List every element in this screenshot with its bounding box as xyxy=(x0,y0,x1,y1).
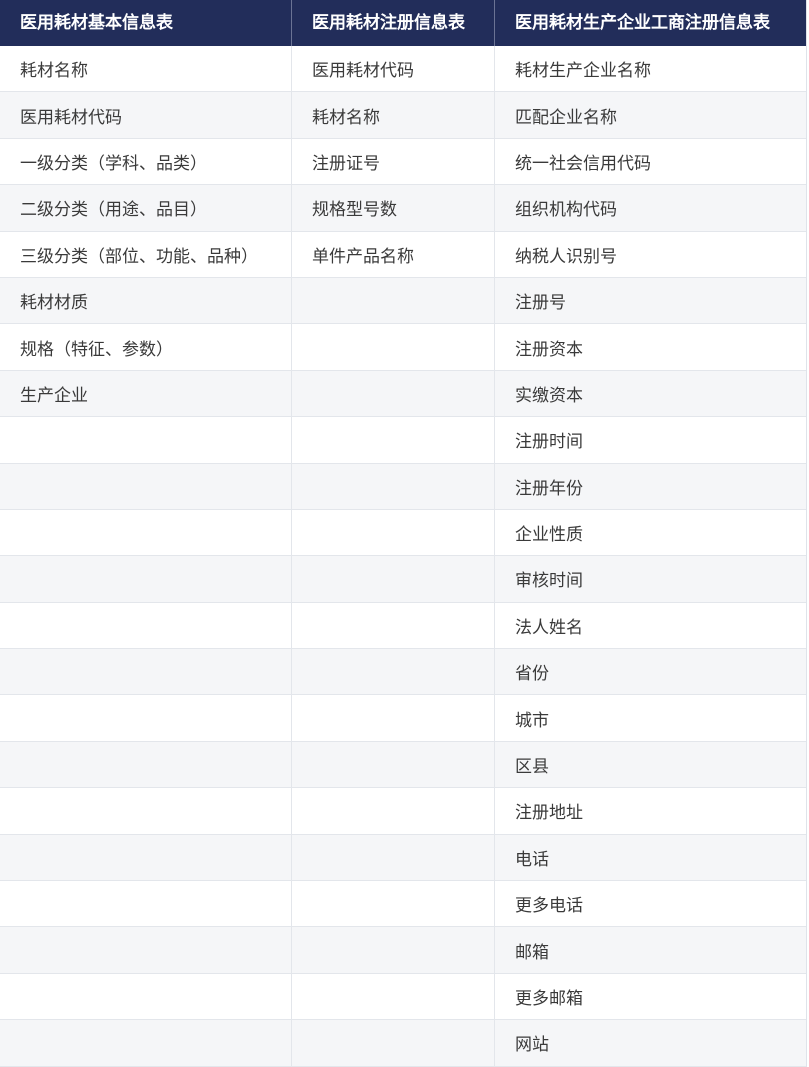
basic-info-cell: 耗材名称 xyxy=(0,46,292,92)
table-row: 审核时间 xyxy=(0,556,806,603)
registration-info-cell xyxy=(292,417,495,463)
registration-info-cell: 耗材名称 xyxy=(292,92,495,138)
table-row: 邮箱 xyxy=(0,927,806,974)
enterprise-info-cell: 邮箱 xyxy=(515,942,549,963)
table-row: 法人姓名 xyxy=(0,602,806,650)
table-row: 注册年份 xyxy=(0,463,806,510)
enterprise-info-cell: 注册地址 xyxy=(515,803,583,824)
table-row: 耗材名称 医用耗材代码 耗材生产企业名称 xyxy=(0,46,806,93)
registration-info-cell: 医用耗材代码 xyxy=(292,46,495,92)
registration-info-cell xyxy=(292,973,495,1020)
enterprise-info-cell: 组织机构代码 xyxy=(515,200,617,221)
basic-info-cell xyxy=(0,556,292,602)
enterprise-info-cell: 耗材生产企业名称 xyxy=(515,61,651,82)
table-row: 二级分类（用途、品目） 规格型号数 组织机构代码 xyxy=(0,185,806,232)
basic-info-cell xyxy=(0,1020,292,1066)
enterprise-info-cell: 区县 xyxy=(515,757,549,778)
registration-info-cell xyxy=(292,556,495,602)
enterprise-info-cell: 审核时间 xyxy=(515,571,583,592)
registration-info-cell xyxy=(292,695,495,741)
registration-info-cell: 规格型号数 xyxy=(292,185,495,231)
registration-info-cell xyxy=(292,649,495,695)
basic-info-cell xyxy=(0,741,292,788)
enterprise-info-cell: 省份 xyxy=(515,664,549,685)
basic-info-cell: 一级分类（学科、品类） xyxy=(0,138,292,185)
basic-info-cell xyxy=(0,881,292,927)
basic-info-cell xyxy=(0,463,292,509)
basic-info-cell xyxy=(0,417,292,463)
basic-info-cell xyxy=(0,927,292,973)
registration-info-cell xyxy=(292,324,495,370)
enterprise-info-cell: 纳税人识别号 xyxy=(515,246,617,267)
table-header: 医用耗材基本信息表 医用耗材注册信息表 医用耗材生产企业工商注册信息表 xyxy=(0,0,806,46)
enterprise-info-cell: 法人姓名 xyxy=(515,617,583,638)
enterprise-info-cell: 城市 xyxy=(515,710,549,731)
registration-info-cell xyxy=(292,881,495,927)
registration-info-cell xyxy=(292,509,495,556)
basic-info-cell: 规格（特征、参数） xyxy=(0,324,292,370)
table-row: 省份 xyxy=(0,649,806,696)
registration-info-cell xyxy=(292,741,495,788)
basic-info-cell: 耗材材质 xyxy=(0,277,292,324)
registration-info-cell xyxy=(292,927,495,973)
table-row: 城市 xyxy=(0,695,806,742)
enterprise-info-cell: 实缴资本 xyxy=(515,385,583,406)
header-basic-info: 医用耗材基本信息表 xyxy=(0,0,292,46)
info-table: 医用耗材基本信息表 医用耗材注册信息表 医用耗材生产企业工商注册信息表 耗材名称… xyxy=(0,0,807,1067)
table-row: 电话 xyxy=(0,834,806,882)
basic-info-cell xyxy=(0,649,292,695)
registration-info-cell xyxy=(292,370,495,417)
table-row: 更多邮箱 xyxy=(0,973,806,1021)
basic-info-cell xyxy=(0,695,292,741)
registration-info-cell xyxy=(292,1020,495,1066)
enterprise-info-cell: 注册号 xyxy=(515,293,566,314)
registration-info-cell: 单件产品名称 xyxy=(292,231,495,277)
enterprise-info-cell: 统一社会信用代码 xyxy=(515,153,651,174)
header-enterprise-info: 医用耗材生产企业工商注册信息表 xyxy=(515,13,770,33)
table-row: 三级分类（部位、功能、品种） 单件产品名称 纳税人识别号 xyxy=(0,231,806,278)
table-row: 区县 xyxy=(0,741,806,789)
table-row: 注册时间 xyxy=(0,417,806,464)
table-row: 网站 xyxy=(0,1020,806,1067)
basic-info-cell xyxy=(0,973,292,1020)
registration-info-cell xyxy=(292,463,495,509)
registration-info-cell xyxy=(292,602,495,649)
basic-info-cell: 三级分类（部位、功能、品种） xyxy=(0,231,292,277)
enterprise-info-cell: 注册资本 xyxy=(515,339,583,360)
table-row: 生产企业 实缴资本 xyxy=(0,370,806,418)
registration-info-cell xyxy=(292,277,495,324)
enterprise-info-cell: 更多电话 xyxy=(515,896,583,917)
basic-info-cell xyxy=(0,788,292,834)
table-row: 医用耗材代码 耗材名称 匹配企业名称 xyxy=(0,92,806,139)
basic-info-cell xyxy=(0,602,292,649)
enterprise-info-cell: 注册年份 xyxy=(515,478,583,499)
enterprise-info-cell: 更多邮箱 xyxy=(515,989,583,1009)
header-registration-info: 医用耗材注册信息表 xyxy=(292,0,495,46)
table-row: 耗材材质 注册号 xyxy=(0,277,806,325)
basic-info-cell: 医用耗材代码 xyxy=(0,92,292,138)
table-row: 规格（特征、参数） 注册资本 xyxy=(0,324,806,371)
basic-info-cell: 二级分类（用途、品目） xyxy=(0,185,292,231)
basic-info-cell xyxy=(0,509,292,556)
basic-info-cell: 生产企业 xyxy=(0,370,292,417)
table-row: 更多电话 xyxy=(0,881,806,928)
table-row: 一级分类（学科、品类） 注册证号 统一社会信用代码 xyxy=(0,138,806,186)
table-body: 耗材名称 医用耗材代码 耗材生产企业名称 医用耗材代码 耗材名称 匹配企业名称 一级分类（学… xyxy=(0,46,806,1067)
registration-info-cell: 注册证号 xyxy=(292,138,495,185)
enterprise-info-cell: 匹配企业名称 xyxy=(515,107,617,128)
enterprise-info-cell: 电话 xyxy=(515,849,549,870)
table-row: 注册地址 xyxy=(0,788,806,835)
table-row: 企业性质 xyxy=(0,509,806,557)
enterprise-info-cell: 网站 xyxy=(515,1035,549,1056)
registration-info-cell xyxy=(292,834,495,881)
basic-info-cell xyxy=(0,834,292,881)
enterprise-info-cell: 企业性质 xyxy=(515,525,583,546)
enterprise-info-cell: 注册时间 xyxy=(515,432,583,453)
registration-info-cell xyxy=(292,788,495,834)
